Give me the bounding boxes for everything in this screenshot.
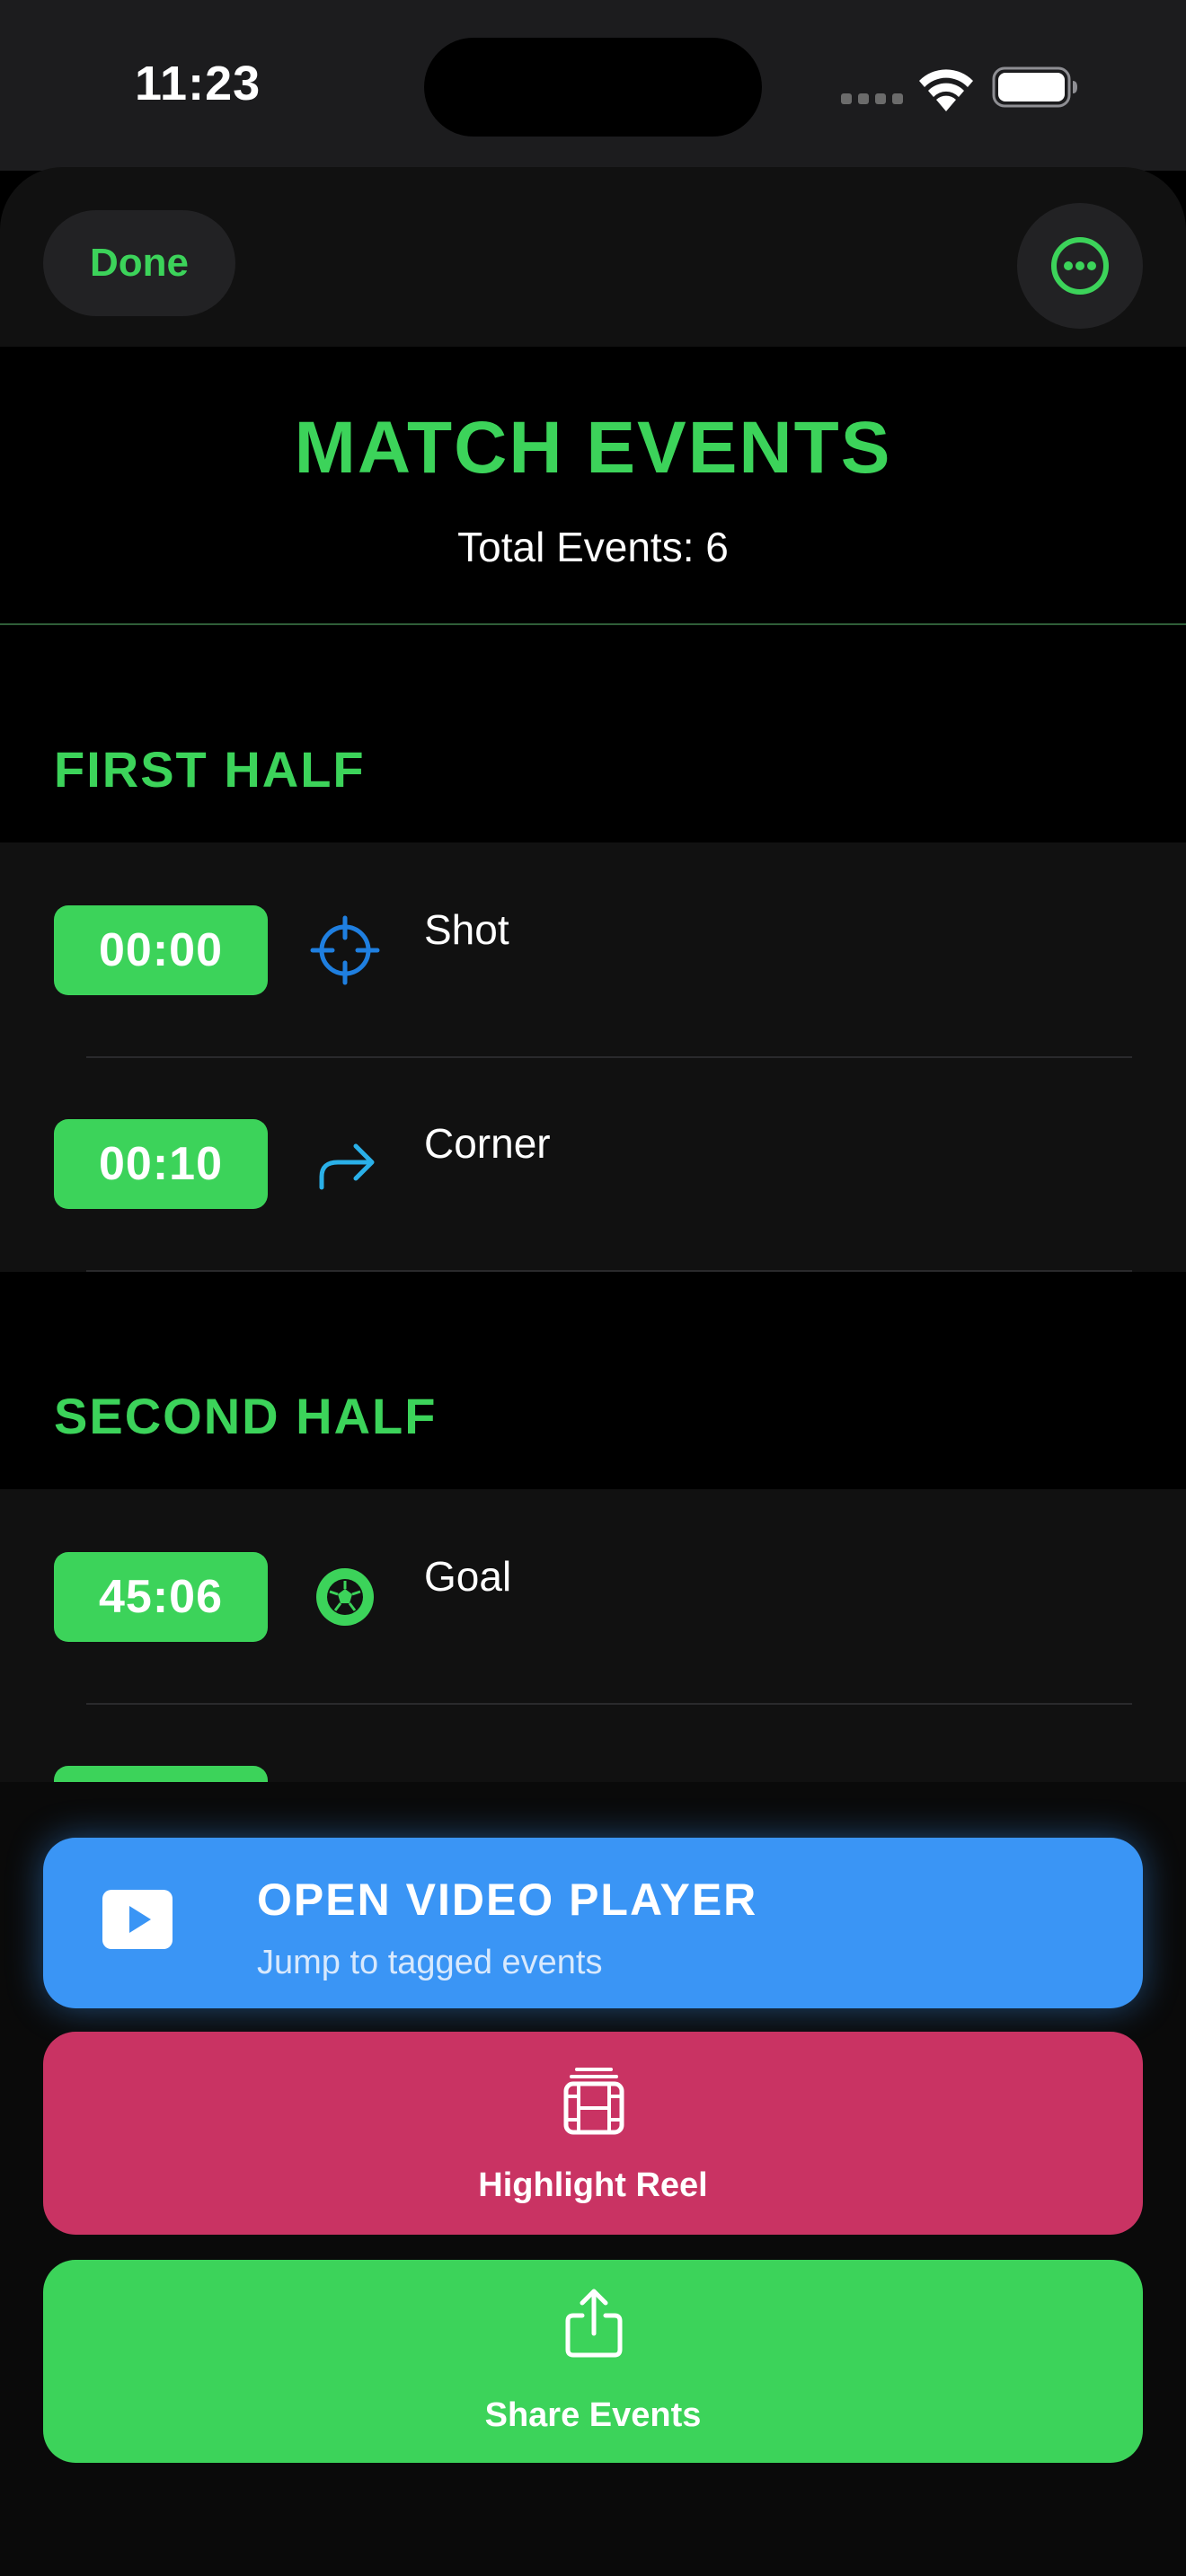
- video-button-subtitle: Jump to tagged events: [257, 1944, 603, 1981]
- action-panel: OPEN VIDEO PLAYER Jump to tagged events …: [0, 1782, 1186, 2576]
- event-name: Shot: [424, 906, 509, 953]
- event-row[interactable]: 00:00 Shot: [0, 842, 1186, 1058]
- soccer-ball-icon: [316, 1568, 374, 1626]
- highlight-reel-label: Highlight Reel: [478, 2166, 708, 2204]
- done-button[interactable]: Done: [43, 210, 235, 316]
- event-row[interactable]: 45:06 Goal: [0, 1489, 1186, 1705]
- event-time-badge: 00:00: [54, 905, 268, 995]
- status-time: 11:23: [135, 57, 261, 110]
- event-row[interactable]: [0, 1703, 1186, 1795]
- status-bar: 11:23: [0, 0, 1186, 171]
- event-time-badge: 00:10: [54, 1119, 268, 1209]
- ellipsis-circle-icon: [1051, 237, 1109, 295]
- highlight-reel-button[interactable]: Highlight Reel: [43, 2032, 1143, 2235]
- share-icon: [565, 2289, 623, 2358]
- row-divider: [86, 1270, 1132, 1272]
- wifi-icon: [919, 69, 973, 111]
- event-name: Goal: [424, 1553, 512, 1600]
- title-area: MATCH EVENTS Total Events: 6: [0, 347, 1186, 625]
- section-title-first-half: FIRST HALF: [54, 741, 366, 798]
- event-time-badge: 45:06: [54, 1552, 268, 1642]
- crosshair-icon: [310, 915, 380, 985]
- share-events-button[interactable]: Share Events: [43, 2260, 1143, 2463]
- arrow-turn-right-icon: [319, 1143, 375, 1190]
- sheet-header: Done: [0, 167, 1186, 347]
- battery-icon: [992, 66, 1077, 108]
- total-events-count: Total Events: 6: [457, 524, 729, 570]
- film-stack-icon: [563, 2068, 624, 2135]
- page-title: MATCH EVENTS: [294, 407, 892, 489]
- more-button[interactable]: [1017, 203, 1143, 329]
- signal-icon: [841, 93, 904, 104]
- open-video-player-button[interactable]: OPEN VIDEO PLAYER Jump to tagged events: [43, 1838, 1143, 2008]
- event-name: Corner: [424, 1120, 551, 1167]
- event-list-first-half: 00:00 Shot 00:10 Corner: [0, 842, 1186, 1272]
- section-title-second-half: SECOND HALF: [54, 1388, 438, 1444]
- event-list-second-half: 45:06 Goal: [0, 1489, 1186, 1795]
- video-button-title: OPEN VIDEO PLAYER: [257, 1875, 758, 1925]
- dynamic-island: [424, 38, 762, 137]
- play-rectangle-icon: [102, 1890, 173, 1949]
- event-row[interactable]: 00:10 Corner: [0, 1056, 1186, 1272]
- share-events-label: Share Events: [484, 2396, 702, 2434]
